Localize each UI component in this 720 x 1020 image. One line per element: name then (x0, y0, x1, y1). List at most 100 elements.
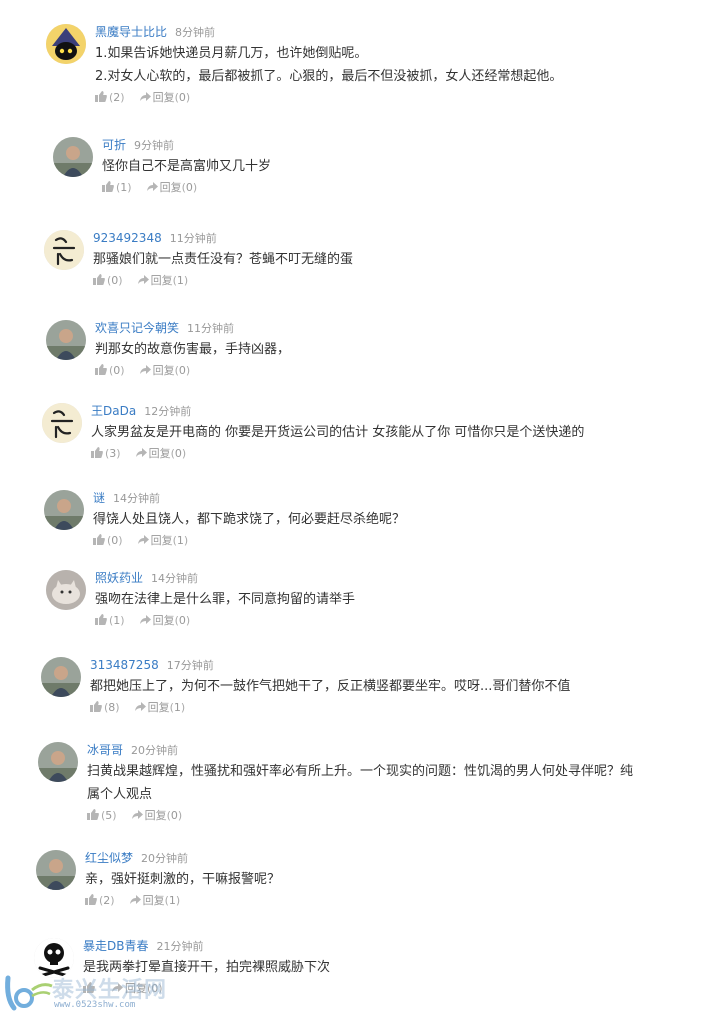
reply-paren-close: ) (185, 614, 191, 627)
comment-text: 得饶人处且饶人，都下跪求饶了，何必要赶尽杀绝呢？ (93, 508, 690, 531)
reply-count: 0 (178, 364, 186, 377)
like-button[interactable]: (8) (90, 699, 120, 717)
like-button[interactable]: (2) (85, 892, 115, 910)
comment-body: 923492348 11分钟前那骚娘们就一点责任没有？苍蝇不叮无缝的蛋 (0) 回复(… (93, 228, 690, 290)
comment-line: 强吻在法律上是什么罪，不同意拘留的请举手 (95, 592, 356, 607)
username-link[interactable]: 可折 (102, 138, 126, 152)
avatar[interactable] (42, 403, 82, 443)
reply-label: 回复 (152, 91, 175, 104)
comment-meta: 923492348 11分钟前 (93, 228, 690, 246)
reply-count: 1 (168, 894, 176, 907)
reply-label: 回复 (150, 274, 173, 287)
username-link[interactable]: 313487258 (90, 658, 159, 672)
avatar[interactable] (44, 230, 84, 270)
comment-line: 扫黄战果越辉煌，性骚扰和强奸率必有所上升。一个现实的问题：性饥渴的男人何处寻伴呢… (87, 764, 634, 779)
like-paren-close: ) (118, 534, 123, 547)
like-paren-close: ) (116, 447, 121, 460)
comment-time: 14分钟前 (151, 572, 199, 585)
username-link[interactable]: 黑魔导士比比 (95, 25, 167, 39)
reply-label: 回复 (142, 894, 165, 907)
username-link[interactable]: 923492348 (93, 231, 162, 245)
share-arrow-icon (139, 91, 151, 102)
comment-line: 亲，强奸挺刺激的，干嘛报警呢？ (85, 872, 281, 887)
comment-line: 那骚娘们就一点责任没有？苍蝇不叮无缝的蛋 (93, 252, 354, 267)
username-link[interactable]: 王DaDa (91, 404, 136, 418)
reply-button[interactable]: 回复(1) (129, 892, 181, 910)
like-button[interactable]: (3) (91, 445, 121, 463)
comment-line: 属个人观点 (87, 787, 153, 802)
share-arrow-icon (134, 701, 146, 712)
username-link[interactable]: 冰哥哥 (87, 743, 123, 757)
reply-count: 0 (185, 181, 193, 194)
comment-body: 可折 9分钟前怪你自己不是高富帅又几十岁 (1) 回复(0) (102, 135, 690, 197)
share-arrow-icon (129, 894, 141, 905)
like-button[interactable]: (2) (95, 89, 125, 107)
share-arrow-icon (146, 181, 158, 192)
like-button[interactable]: (5) (87, 807, 117, 825)
avatar[interactable] (41, 657, 81, 697)
like-button[interactable]: (0) (93, 532, 123, 550)
username-link[interactable]: 照妖药业 (95, 571, 143, 585)
comment-time: 17分钟前 (166, 659, 214, 672)
reply-button[interactable]: 回复(1) (134, 699, 185, 717)
reply-button[interactable]: 回复(0) (135, 445, 186, 463)
comment-actions: (3) 回复(0) (91, 445, 690, 463)
like-paren-close: ) (115, 701, 120, 714)
avatar[interactable] (36, 850, 76, 890)
reply-button[interactable]: 回复(0) (139, 612, 191, 630)
comment-time: 20分钟前 (131, 744, 179, 757)
username-link[interactable]: 谜 (93, 491, 105, 505)
comment-actions: (2) 回复(1) (85, 892, 690, 910)
thumbs-up-icon (91, 447, 103, 458)
reply-count: 1 (176, 274, 184, 287)
comment-text: 怪你自己不是高富帅又几十岁 (102, 155, 690, 178)
username-link[interactable]: 红尘似梦 (85, 851, 133, 865)
comment-time: 12分钟前 (144, 405, 192, 418)
reply-button[interactable]: 回复(0) (131, 807, 182, 825)
comment-meta: 黑魔导士比比 8分钟前 (95, 22, 690, 40)
avatar[interactable] (38, 742, 78, 782)
comment-time: 8分钟前 (175, 26, 216, 39)
like-paren-close: ) (118, 274, 123, 287)
comment-text: 1.如果告诉她快递员月薪几万，也许她倒贴呢。 2.对女人心软的，最后都被抓了。心狠… (95, 42, 690, 88)
like-paren-close: ) (127, 181, 132, 194)
reply-paren-close: ) (175, 894, 181, 907)
reply-paren-close: ) (183, 534, 189, 547)
reply-count: 0 (174, 447, 182, 460)
avatar[interactable] (53, 137, 93, 177)
comment-line: 2.对女人心软的，最后都被抓了。心狠的，最后不但没被抓，女人还经常想起他。 (95, 69, 563, 84)
watermark-url: www.0523shw.com (54, 1000, 136, 1010)
reply-button[interactable]: 回复(1) (137, 532, 189, 550)
reply-button[interactable]: 回复(0) (139, 89, 190, 107)
reply-label: 回复 (144, 809, 167, 822)
comment-time: 14分钟前 (113, 492, 161, 505)
comment-time: 9分钟前 (134, 139, 175, 152)
reply-count: 0 (178, 614, 186, 627)
comment-body: 红尘似梦 20分钟前 亲，强奸挺刺激的，干嘛报警呢？ (2) 回复(1) (85, 848, 690, 910)
like-button[interactable]: (1) (102, 179, 132, 197)
comment-time: 11分钟前 (169, 232, 217, 245)
like-button[interactable]: (0) (93, 272, 123, 290)
comment-meta: 可折 9分钟前 (102, 135, 690, 153)
comment-actions: (1) 回复(0) (102, 179, 690, 197)
reply-button[interactable]: 回复(1) (137, 272, 188, 290)
avatar[interactable] (44, 490, 84, 530)
reply-count: 0 (178, 91, 186, 104)
reply-label: 回复 (152, 614, 175, 627)
reply-label: 回复 (148, 447, 171, 460)
comment-time: 21分钟前 (156, 940, 204, 953)
comment-body: 王DaDa 12分钟前 人家男盆友是开电商的 你要是开货运公司的估计 女孩能从了你 … (91, 401, 690, 463)
like-button[interactable]: (1) (95, 612, 125, 630)
reply-button[interactable]: 回复(0) (139, 362, 190, 380)
reply-button[interactable]: 回复(0) (146, 179, 197, 197)
comment-body: 冰哥哥 20分钟前扫黄战果越辉煌，性骚扰和强奸率必有所上升。一个现实的问题：性饥渴… (87, 740, 690, 825)
comment-text: 都把她压上了，为何不一鼓作气把她干了，反正横竖都要坐牢。哎呀...哥们替你不值 (90, 675, 690, 698)
like-button[interactable]: (0) (95, 362, 125, 380)
avatar[interactable] (46, 24, 86, 64)
username-link[interactable]: 欢喜只记今朝笑 (95, 321, 179, 335)
username-link[interactable]: 暴走DB青春 (83, 939, 148, 953)
avatar[interactable] (46, 320, 86, 360)
like-paren-close: ) (112, 809, 117, 822)
avatar[interactable] (46, 570, 86, 610)
thumbs-up-icon (95, 614, 107, 625)
